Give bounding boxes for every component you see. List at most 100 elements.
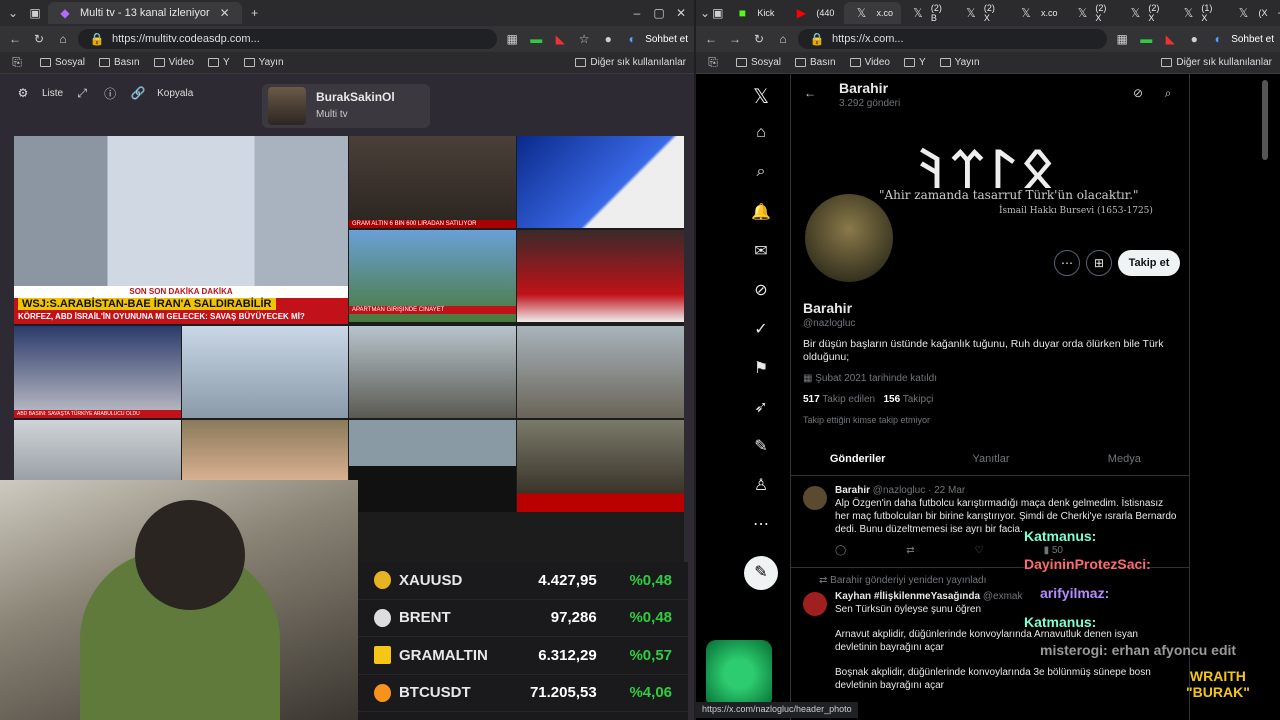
more-options-button[interactable]: ⋯	[1054, 250, 1080, 276]
other-bookmarks[interactable]: Diğer sık kullanılanlar	[1161, 57, 1272, 68]
browser-menu-icon[interactable]: ⌄	[700, 4, 710, 22]
maximize-icon[interactable]: ▢	[650, 4, 668, 22]
more-icon[interactable]: ⋯	[751, 514, 771, 534]
tab[interactable]: 𝕏 (1) X	[1173, 2, 1224, 24]
tab[interactable]: ■ Kick	[725, 2, 782, 24]
address-bar[interactable]: 🔒 https://x.com...	[798, 29, 1108, 49]
video-tile-aerial[interactable]	[517, 326, 684, 418]
reload-icon[interactable]: ↻	[30, 30, 48, 48]
tab[interactable]: 𝕏 (2) B	[903, 2, 954, 24]
repost-icon[interactable]: ⇄	[906, 544, 914, 557]
list-button[interactable]: Liste	[42, 88, 63, 99]
followers-link[interactable]: 156 Takipçi	[883, 394, 933, 405]
settings-icon[interactable]: ⚙	[14, 84, 32, 102]
verified-icon[interactable]: ✓	[751, 319, 771, 339]
profile-icon[interactable]: ♙	[751, 475, 771, 495]
video-tile-fog[interactable]	[14, 420, 181, 480]
bookmark-folder[interactable]: Basın	[99, 57, 140, 68]
extension-icon[interactable]: ▦	[503, 30, 521, 48]
bookmark-folder[interactable]: Y	[208, 57, 230, 68]
video-tile-aljazeera[interactable]	[517, 420, 684, 512]
channel-card[interactable]: BurakSakinOl Multi tv	[262, 84, 430, 128]
tab-media[interactable]: Medya	[1058, 442, 1189, 475]
bookmark-folder[interactable]: Yayın	[939, 57, 980, 68]
favorites-icon[interactable]: ☆	[575, 30, 593, 48]
bookmark-folder[interactable]: Y	[904, 57, 926, 68]
tab[interactable]: 𝕏x.co	[844, 2, 901, 24]
video-tile-city[interactable]	[349, 326, 516, 418]
other-bookmarks[interactable]: Diğer sık kullanılanlar	[575, 57, 686, 68]
reload-icon[interactable]: ↻	[750, 30, 768, 48]
x-logo-icon[interactable]: 𝕏	[751, 84, 771, 108]
profile-avatar[interactable]	[805, 194, 893, 282]
video-tile-blue[interactable]	[517, 136, 684, 228]
video-tile-street[interactable]: APARTMAN GİRİŞİNDE CİNAYET	[349, 230, 516, 322]
tweet[interactable]: Barahir @nazlogluc · 22 Mar Alp Özgen'in…	[791, 478, 1189, 568]
info-icon[interactable]: ⓘ	[101, 84, 119, 102]
new-tab-icon[interactable]: +	[246, 4, 264, 22]
follow-button[interactable]: Takip et	[1118, 250, 1180, 276]
like-icon[interactable]: ♡	[975, 544, 984, 557]
tab-multitv[interactable]: ◆ Multi tv - 13 kanal izleniyor ✕	[48, 2, 242, 24]
home-icon[interactable]: ⌂	[751, 124, 771, 144]
profile-avatar[interactable]: ●	[1185, 30, 1203, 48]
address-bar[interactable]: 🔒 https://multitv.codeasdp.com...	[78, 29, 498, 49]
tab[interactable]: 𝕏 (2) X	[1120, 2, 1171, 24]
messages-icon[interactable]: ✉	[751, 241, 771, 261]
video-tile-studio[interactable]	[517, 230, 684, 322]
copy-button[interactable]: Kopyala	[157, 88, 193, 99]
grok-icon[interactable]: ⊘	[751, 280, 771, 300]
bookmark-folder[interactable]: Yayın	[243, 57, 284, 68]
tab-replies[interactable]: Yanıtlar	[924, 442, 1057, 475]
bookmark-folder[interactable]: Video	[153, 57, 194, 68]
subscribe-button[interactable]: ⊞	[1086, 250, 1112, 276]
tab-posts[interactable]: Gönderiler	[791, 442, 924, 475]
extension-icon[interactable]: ▦	[1113, 30, 1131, 48]
bookmarks-icon[interactable]: ⎘	[704, 54, 722, 72]
minimize-icon[interactable]: –	[628, 4, 646, 22]
video-tile-skyline-cams[interactable]	[182, 326, 348, 418]
close-window-icon[interactable]: ✕	[672, 4, 690, 22]
articles-icon[interactable]: ✎	[751, 436, 771, 456]
extension-icon-2[interactable]: ▬	[527, 30, 545, 48]
back-icon[interactable]: ←	[801, 84, 819, 102]
close-tab-icon[interactable]: ✕	[216, 4, 234, 22]
fullscreen-icon[interactable]: ⤢	[73, 84, 91, 102]
bookmark-folder[interactable]: Sosyal	[736, 57, 781, 68]
video-tile-press[interactable]: ABD BASINI: SAVAŞTA TÜRKİYE ARABULUCU OL…	[14, 326, 181, 418]
forward-icon[interactable]: →	[726, 30, 744, 48]
tab-actions-icon[interactable]: ▣	[712, 4, 723, 22]
tab[interactable]: 𝕏 (2) X	[1067, 2, 1118, 24]
reply-icon[interactable]: ◯	[835, 544, 846, 557]
back-icon[interactable]: ←	[702, 30, 720, 48]
extension-icon-2[interactable]: ▬	[1137, 30, 1155, 48]
tab[interactable]: 𝕏x.co	[1009, 2, 1066, 24]
bookmark-folder[interactable]: Video	[849, 57, 890, 68]
extension-icon-3[interactable]: ◣	[551, 30, 569, 48]
video-tile-news-map[interactable]: SON SON DAKİKA DAKİKA WSJ:S.ARABİSTAN-BA…	[14, 136, 348, 324]
chat-button[interactable]: ◐ Sohbet et	[1209, 30, 1274, 48]
grok-icon[interactable]: ⊘	[1129, 84, 1147, 102]
search-icon[interactable]: ⌕	[1159, 84, 1177, 102]
bookmark-folder[interactable]: Basın	[795, 57, 836, 68]
bookmarks-icon[interactable]: ⎘	[8, 54, 26, 72]
video-tile-crowd[interactable]: GRAM ALTIN 6 BİN 600 LİRADAN SATILIYOR	[349, 136, 516, 228]
notifications-icon[interactable]: 🔔	[751, 202, 771, 222]
home-icon[interactable]: ⌂	[774, 30, 792, 48]
extension-icon-3[interactable]: ◣	[1161, 30, 1179, 48]
bookmarks-icon[interactable]: ⚑	[751, 358, 771, 378]
video-tile-interview[interactable]	[182, 420, 348, 480]
tab[interactable]: 𝕏 (X	[1226, 2, 1275, 24]
profile-avatar[interactable]: ●	[599, 30, 617, 48]
jobs-icon[interactable]: ➶	[751, 397, 771, 417]
tab-actions-icon[interactable]: ▣	[26, 4, 44, 22]
bookmark-folder[interactable]: Sosyal	[40, 57, 85, 68]
home-icon[interactable]: ⌂	[54, 30, 72, 48]
back-icon[interactable]: ←	[6, 30, 24, 48]
tab[interactable]: ▶ (440	[784, 2, 842, 24]
video-tile-cams[interactable]	[349, 420, 516, 512]
compose-button[interactable]: ✎	[744, 556, 778, 590]
explore-icon[interactable]: ⌕	[751, 163, 771, 183]
chat-button[interactable]: ◐ Sohbet et	[623, 30, 688, 48]
scrollbar[interactable]	[1262, 80, 1268, 160]
